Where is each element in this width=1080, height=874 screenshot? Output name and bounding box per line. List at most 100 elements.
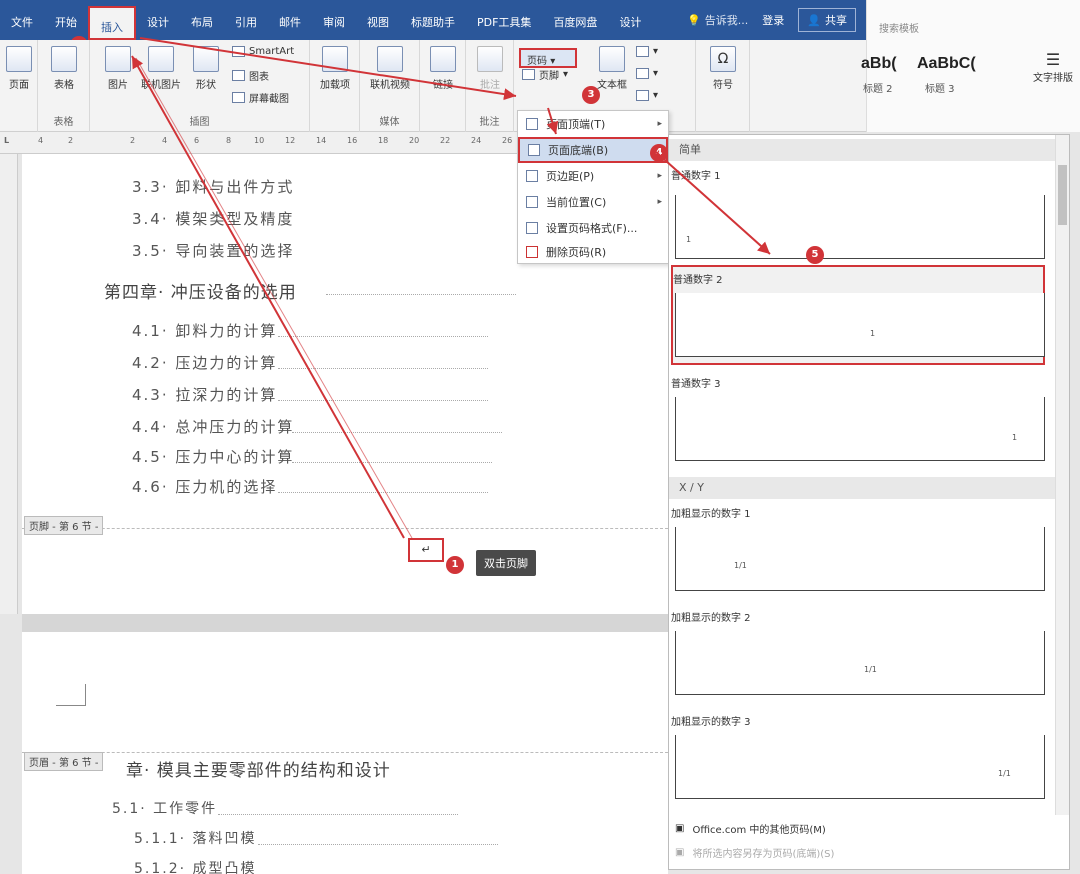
tab-file[interactable]: 文件 <box>0 0 44 40</box>
text-layout-button[interactable]: ☰ 文字排版 <box>1029 50 1077 84</box>
wordart-button[interactable]: ▾ <box>636 68 658 79</box>
page-number-button[interactable]: 页码 ▾ <box>519 48 577 68</box>
tab-references[interactable]: 引用 <box>224 0 268 40</box>
toc-line[interactable]: 5.1.2· 成型凸模 <box>134 858 257 874</box>
tab-view[interactable]: 视图 <box>356 0 400 40</box>
online-picture-button[interactable]: 联机图片 <box>138 46 184 91</box>
gallery-section-xy: X / Y <box>669 477 1055 499</box>
smartart-icon <box>232 46 245 57</box>
shapes-button[interactable]: 形状 <box>188 46 224 91</box>
dropcap-button[interactable]: ▾ <box>636 90 658 101</box>
toc-chapter[interactable]: 章· 模具主要零部件的结构和设计 <box>126 756 391 781</box>
page-icon <box>6 46 32 72</box>
toc-line[interactable]: 4.1· 卸料力的计算 <box>132 320 277 341</box>
menu-item-current-position[interactable]: 当前位置(C) ▸ <box>518 189 668 215</box>
group-links: 链接 <box>420 40 466 132</box>
addins-button[interactable]: 加载项 <box>318 46 352 91</box>
toc-leader <box>258 844 498 845</box>
toc-line[interactable]: 5.1.1· 落料凹模 <box>134 828 257 848</box>
gallery-section-simple: 简单 <box>669 139 1055 161</box>
table-button[interactable]: 表格 <box>48 46 80 91</box>
styles-panel: 搜索模板 aBb( AaBbC( 标题 2 标题 3 ☰ 文字排版 <box>861 0 1080 132</box>
menu-item-top-of-page[interactable]: 页面顶端(T) ▸ <box>518 111 668 137</box>
tab-header-footer-design[interactable]: 设计 <box>608 0 652 40</box>
style-heading3[interactable]: AaBbC( <box>917 55 976 73</box>
footer-button[interactable]: 页脚 ▾ <box>522 67 568 82</box>
current-position-icon <box>526 196 538 208</box>
lightbulb-icon: 💡 <box>687 13 701 27</box>
tab-pdf-tools[interactable]: PDF工具集 <box>466 0 542 40</box>
toc-leader <box>292 432 502 433</box>
toc-line[interactable]: 4.4· 总冲压力的计算 <box>132 416 294 437</box>
chevron-down-icon: ▾ <box>653 68 659 79</box>
screenshot-icon <box>232 92 245 103</box>
footer-cursor[interactable]: ↵ <box>408 538 444 562</box>
smartart-button[interactable]: SmartArt <box>232 46 294 57</box>
toc-line[interactable]: 4.2· 压边力的计算 <box>132 352 277 373</box>
tab-design[interactable]: 设计 <box>136 0 180 40</box>
toc-line[interactable]: 5.1· 工作零件 <box>112 798 217 818</box>
gallery-item-plain-number-2[interactable]: 1 <box>675 293 1045 357</box>
page-number-gallery: 简单 普通数字 1 1 普通数字 2 1 普通数字 3 1 X / Y 加粗显示… <box>668 134 1070 870</box>
textbox-button[interactable]: 文本框 <box>592 46 632 91</box>
chart-icon <box>232 70 245 81</box>
page-bottom-icon <box>528 144 540 156</box>
chart-button[interactable]: 图表 <box>232 68 269 83</box>
toc-line[interactable]: 4.6· 压力机的选择 <box>132 476 277 497</box>
chevron-down-icon: ▾ <box>563 69 569 80</box>
share-button[interactable]: 👤 共享 <box>798 8 856 32</box>
link-button[interactable]: 链接 <box>428 46 458 91</box>
menu-item-remove-page-numbers[interactable]: 删除页码(R) <box>518 239 668 265</box>
screenshot-button[interactable]: 屏幕截图 <box>232 90 289 105</box>
tab-layout[interactable]: 布局 <box>180 0 224 40</box>
gallery-item-bold-number-2[interactable]: 1/1 <box>675 631 1045 695</box>
pages-button[interactable]: 页面 <box>4 46 34 91</box>
tell-me-search[interactable]: 💡 告诉我... <box>687 12 748 28</box>
video-icon <box>377 46 403 72</box>
vertical-ruler[interactable] <box>0 154 18 614</box>
toc-leader <box>326 294 516 295</box>
scroll-thumb[interactable] <box>1058 165 1067 225</box>
addins-icon <box>322 46 348 72</box>
comment-button[interactable]: 批注 <box>474 46 506 91</box>
login-link[interactable]: 登录 <box>762 12 784 28</box>
shapes-icon <box>193 46 219 72</box>
toc-line[interactable]: 4.3· 拉深力的计算 <box>132 384 277 405</box>
toc-line[interactable]: 3.5· 导向装置的选择 <box>132 240 294 261</box>
toc-leader <box>218 814 458 815</box>
tab-insert[interactable]: 插入 <box>88 6 136 40</box>
toc-line[interactable]: 4.5· 压力中心的计算 <box>132 446 294 467</box>
tab-mailings[interactable]: 邮件 <box>268 0 312 40</box>
online-video-button[interactable]: 联机视频 <box>364 46 416 91</box>
picture-button[interactable]: 图片 <box>98 46 138 91</box>
menu-item-bottom-of-page[interactable]: 页面底端(B)▸ <box>518 137 668 163</box>
tab-home[interactable]: 开始 <box>44 0 88 40</box>
toc-line[interactable]: 3.4· 模架类型及精度 <box>132 208 294 229</box>
gallery-item-plain-number-3[interactable]: 1 <box>675 397 1045 461</box>
picture-icon <box>105 46 131 72</box>
toc-line[interactable]: 3.3· 卸料与出件方式 <box>132 176 294 197</box>
menu-item-page-margins[interactable]: 页边距(P) ▸ <box>518 163 668 189</box>
toc-chapter[interactable]: 第四章· 冲压设备的选用 <box>104 278 297 303</box>
group-illustrations: 图片 联机图片 形状 SmartArt 图表 屏幕截图 插图 <box>90 40 310 132</box>
tab-review[interactable]: 审阅 <box>312 0 356 40</box>
style-heading2[interactable]: aBb( <box>861 55 897 73</box>
gallery-item-bold-number-3[interactable]: 1/1 <box>675 735 1045 799</box>
format-icon <box>526 222 538 234</box>
header-boundary <box>22 752 668 753</box>
ribbon-insert: 页面 表格 表格 图片 联机图片 形状 SmartArt 图表 屏幕截图 插图 … <box>0 40 866 132</box>
gallery-item-plain-number-1[interactable]: 1 <box>675 195 1045 259</box>
comment-icon <box>477 46 503 72</box>
save-selection-as-page-number[interactable]: ▣ 将所选内容另存为页码(底端)(S) <box>675 845 834 860</box>
quickparts-button[interactable]: ▾ <box>636 46 658 57</box>
menu-item-format-page-numbers[interactable]: 设置页码格式(F)... <box>518 215 668 241</box>
text-layout-icon: ☰ <box>1045 50 1061 69</box>
tab-title-helper[interactable]: 标题助手 <box>400 0 466 40</box>
symbol-button[interactable]: Ω 符号 <box>706 46 740 91</box>
page-number-menu: 页面顶端(T)▸ 页面底端(B)▸ 页边距(P)▸ 当前位置(C)▸ 设置页码格… <box>517 110 669 264</box>
tab-baidu-netdisk[interactable]: 百度网盘 <box>542 0 608 40</box>
chevron-down-icon: ▾ <box>653 90 659 101</box>
more-page-numbers-link[interactable]: ▣ Office.com 中的其他页码(M) <box>675 821 826 836</box>
gallery-item-bold-number-1[interactable]: 1/1 <box>675 527 1045 591</box>
gallery-scrollbar[interactable] <box>1055 135 1069 815</box>
